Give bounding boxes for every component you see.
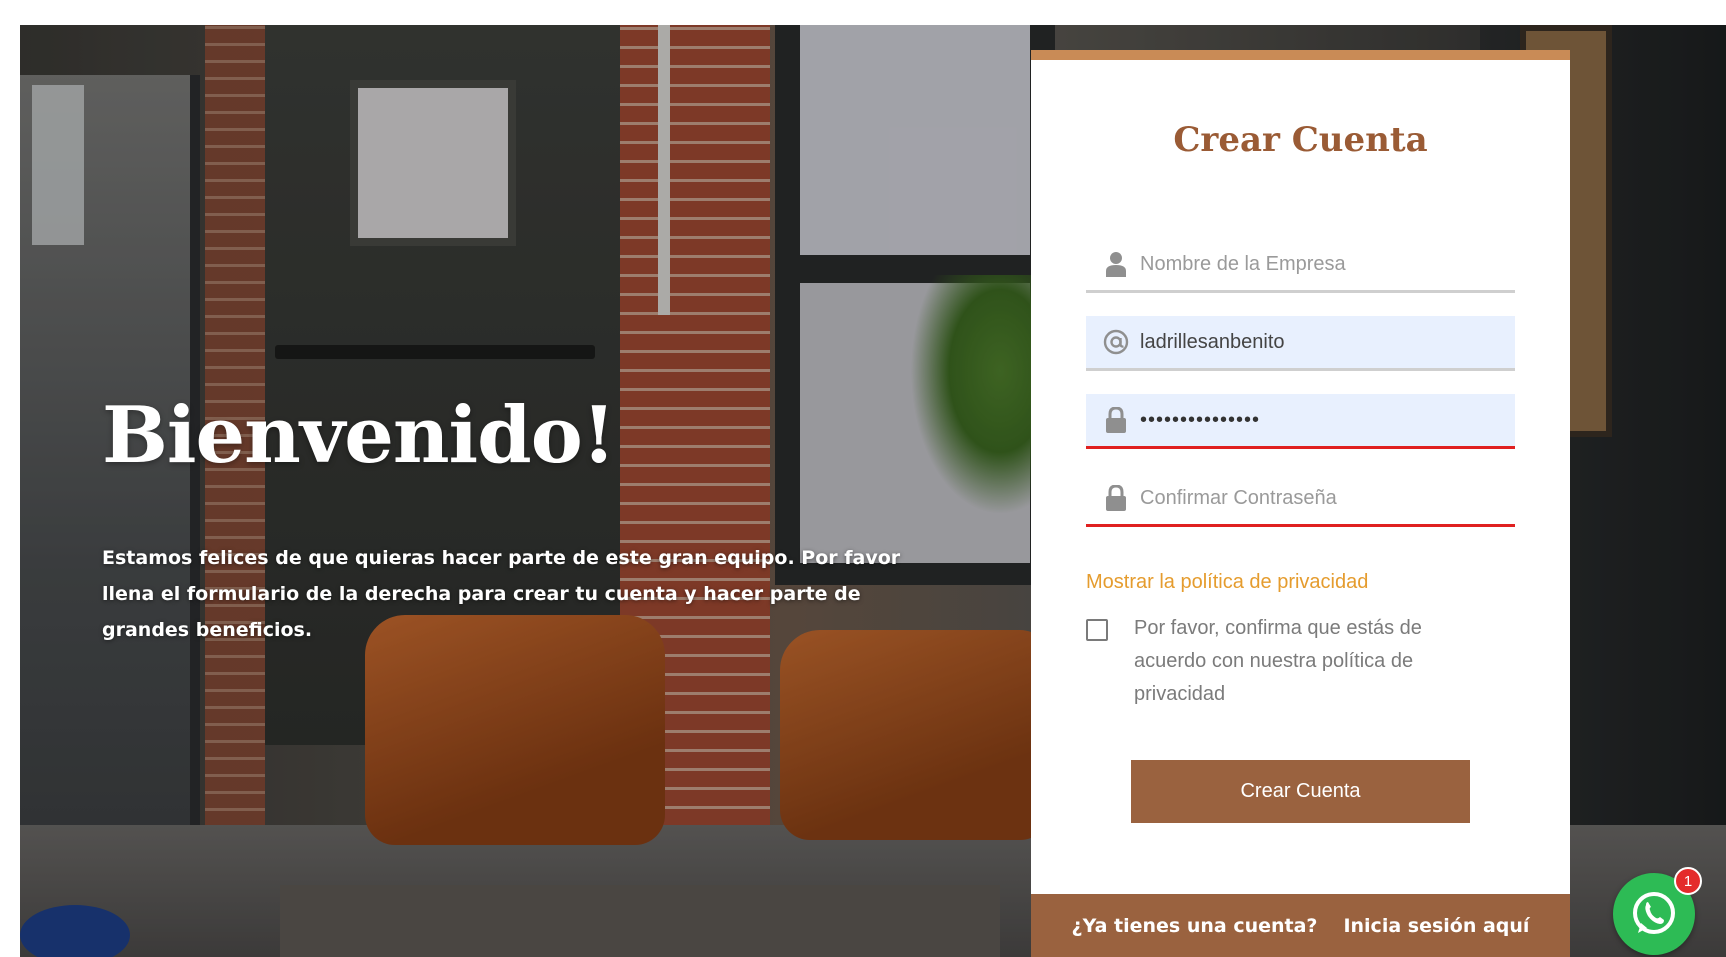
password-input[interactable]: •••••••••••••••: [1140, 410, 1515, 430]
at-icon: [1102, 328, 1130, 356]
privacy-policy-link[interactable]: Mostrar la política de privacidad: [1086, 571, 1368, 594]
welcome-text: Estamos felices de que quieras hacer par…: [102, 547, 901, 641]
user-icon: [1102, 250, 1130, 278]
whatsapp-icon: [1633, 892, 1675, 934]
lock-icon: [1102, 406, 1130, 434]
welcome-title: Bienvenido!: [102, 390, 616, 481]
notification-badge: 1: [1674, 867, 1702, 895]
username-input[interactable]: [1140, 316, 1515, 368]
signup-card: Crear Cuenta ••••••••••••••• Mostrar la …: [1031, 50, 1570, 957]
confirm-password-field: [1086, 472, 1515, 527]
privacy-consent-row: Por favor, confirma que estás de acuerdo…: [1086, 615, 1515, 711]
privacy-checkbox-label: Por favor, confirma que estás de acuerdo…: [1134, 617, 1422, 705]
have-account-text: ¿Ya tienes una cuenta?: [1071, 914, 1318, 937]
login-footer: ¿Ya tienes una cuenta? Inicia sesión aqu…: [1031, 894, 1570, 957]
card-title: Crear Cuenta: [1173, 120, 1428, 160]
confirm-password-input[interactable]: [1140, 472, 1515, 524]
company-field: [1086, 238, 1515, 293]
login-link[interactable]: Inicia sesión aquí: [1343, 915, 1529, 937]
username-field: [1086, 316, 1515, 371]
password-field: •••••••••••••••: [1086, 394, 1515, 449]
create-account-button[interactable]: Crear Cuenta: [1131, 760, 1470, 823]
privacy-checkbox[interactable]: [1086, 619, 1108, 641]
lock-icon: [1102, 484, 1130, 512]
company-input[interactable]: [1140, 238, 1515, 290]
